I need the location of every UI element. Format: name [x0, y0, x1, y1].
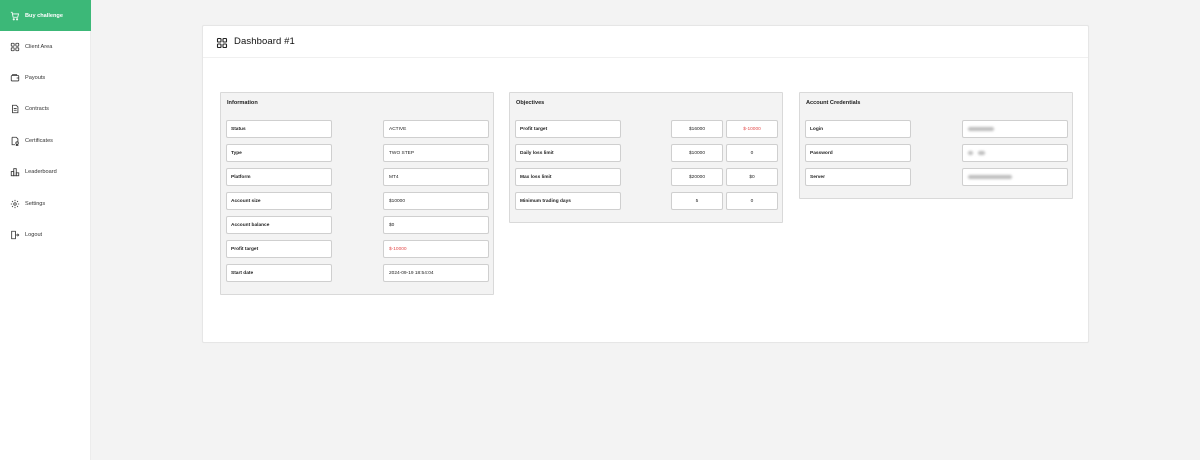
objective-current-daily-loss-limit: 0	[726, 144, 778, 162]
credential-label-login: Login	[805, 120, 911, 138]
objective-label-max-loss-limit: Max loss limit	[515, 168, 621, 186]
objective-label-profit-target: Profit target	[515, 120, 621, 138]
sidebar-item-label: Client Area	[25, 43, 53, 50]
info-value-status: ACTIVE	[383, 120, 489, 138]
cart-icon	[10, 11, 20, 21]
info-label-platform: Platform	[226, 168, 332, 186]
objective-label-minimum-trading-days: Minimum trading days	[515, 192, 621, 210]
info-label-account-balance: Account balance	[226, 216, 332, 234]
info-value-profit-target: $-10000	[383, 240, 489, 258]
sidebar-item-logout[interactable]: Logout	[0, 219, 91, 250]
credential-label-password: Password	[805, 144, 911, 162]
info-label-profit-target: Profit target	[226, 240, 332, 258]
credential-value-login[interactable]	[962, 120, 1068, 138]
panel-title: Information	[227, 100, 258, 106]
information-panel: Information Status ACTIVE Type TWO STEP …	[220, 92, 494, 295]
page-title: Dashboard #1	[234, 36, 295, 47]
objective-target-daily-loss-limit: $10000	[671, 144, 723, 162]
info-label-type: Type	[226, 144, 332, 162]
sidebar-item-certificates[interactable]: Certificates	[0, 125, 91, 156]
sidebar-item-label: Certificates	[25, 137, 53, 144]
objective-current-profit-target: $-10000	[726, 120, 778, 138]
redacted-value	[968, 127, 994, 131]
objective-label-daily-loss-limit: Daily loss limit	[515, 144, 621, 162]
redacted-value	[968, 175, 1012, 179]
objectives-panel: Objectives Profit target $16000 $-10000 …	[509, 92, 783, 223]
info-label-status: Status	[226, 120, 332, 138]
info-value-account-size: $10000	[383, 192, 489, 210]
info-label-account-size: Account size	[226, 192, 332, 210]
info-value-platform: MT4	[383, 168, 489, 186]
dashboard-card: Dashboard #1 Information Status ACTIVE T…	[202, 25, 1089, 343]
sidebar-item-payouts[interactable]: Payouts	[0, 62, 91, 93]
certificate-icon	[10, 136, 20, 146]
gear-icon	[10, 199, 20, 209]
sidebar: Buy challenge Client Area Payouts Contra…	[0, 0, 91, 460]
redacted-value	[968, 151, 973, 155]
sidebar-item-label: Leaderboard	[25, 168, 57, 175]
credential-label-server: Server	[805, 168, 911, 186]
sidebar-item-settings[interactable]: Settings	[0, 188, 91, 219]
sidebar-item-label: Buy challenge	[25, 12, 63, 19]
wallet-icon	[10, 73, 20, 83]
redacted-value	[978, 151, 985, 155]
objective-current-minimum-trading-days: 0	[726, 192, 778, 210]
sidebar-item-leaderboard[interactable]: Leaderboard	[0, 156, 91, 187]
sidebar-item-label: Contracts	[25, 105, 49, 112]
sidebar-item-label: Settings	[25, 200, 46, 207]
panel-title: Account Credentials	[806, 100, 861, 106]
sidebar-item-label: Logout	[25, 231, 43, 238]
dashboard-grid-icon	[216, 36, 228, 48]
sidebar-item-client-area[interactable]: Client Area	[0, 31, 91, 62]
objective-target-profit-target: $16000	[671, 120, 723, 138]
info-label-start-date: Start date	[226, 264, 332, 282]
sidebar-item-label: Payouts	[25, 74, 46, 81]
leaderboard-icon	[10, 167, 20, 177]
credential-value-server[interactable]	[962, 168, 1068, 186]
info-value-account-balance: $0	[383, 216, 489, 234]
objective-current-max-loss-limit: $0	[726, 168, 778, 186]
grid-icon	[10, 42, 20, 52]
sidebar-item-contracts[interactable]: Contracts	[0, 93, 91, 124]
credential-value-password[interactable]	[962, 144, 1068, 162]
objective-target-max-loss-limit: $20000	[671, 168, 723, 186]
sidebar-item-buy-challenge[interactable]: Buy challenge	[0, 0, 91, 31]
credentials-panel: Account Credentials Login Password Serve…	[799, 92, 1073, 199]
document-icon	[10, 104, 20, 114]
panel-title: Objectives	[516, 100, 545, 106]
info-value-start-date: 2024-09-19 18:54:04	[383, 264, 489, 282]
logout-icon	[10, 230, 20, 240]
objective-target-minimum-trading-days: 5	[671, 192, 723, 210]
info-value-type: TWO STEP	[383, 144, 489, 162]
card-header: Dashboard #1	[203, 26, 1088, 58]
